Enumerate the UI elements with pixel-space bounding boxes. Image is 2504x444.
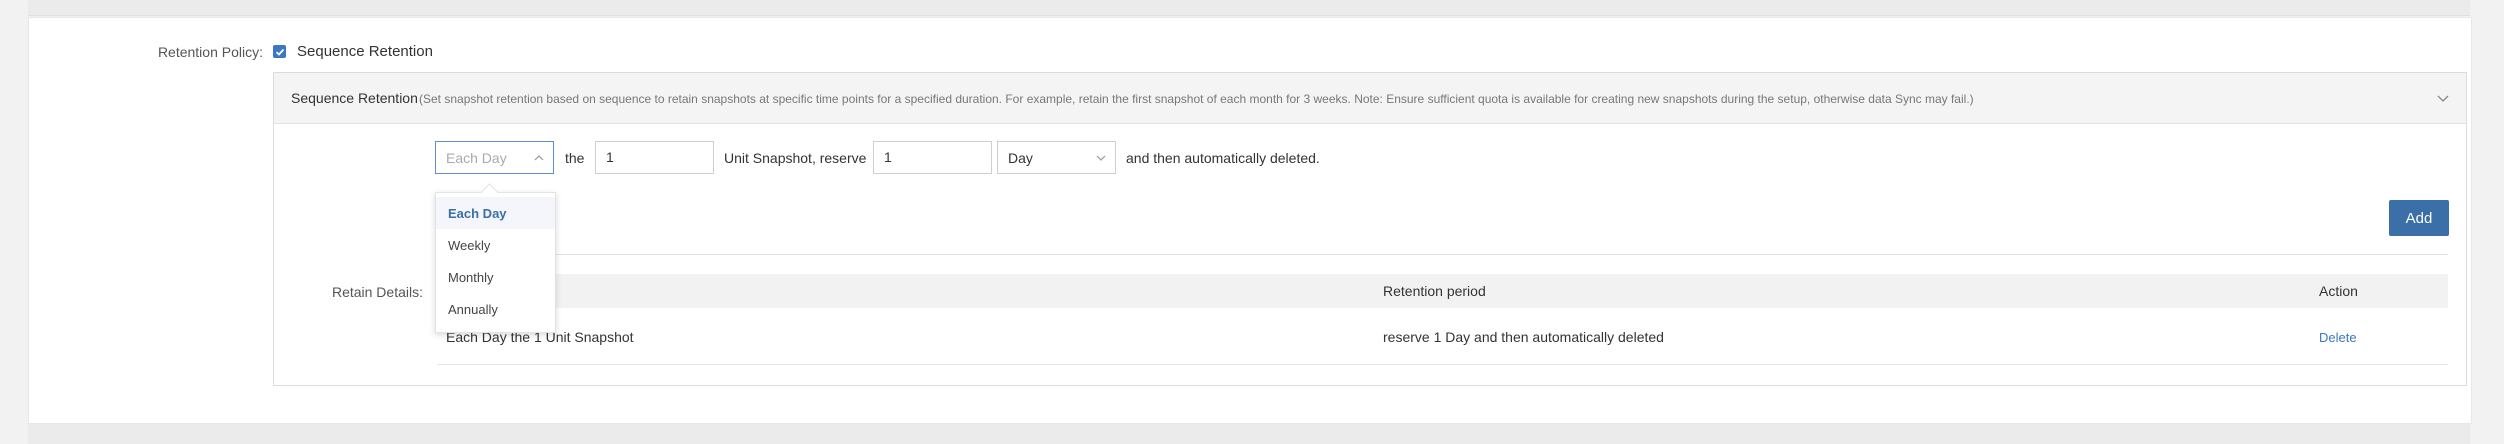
reserve-input[interactable]: 1 bbox=[873, 141, 992, 174]
sequence-retention-checkbox[interactable] bbox=[273, 45, 286, 58]
table-row: Each Day the 1 Unit Snapshot reserve 1 D… bbox=[437, 308, 2448, 365]
add-button[interactable]: Add bbox=[2389, 200, 2449, 236]
delete-link[interactable]: Delete bbox=[2319, 330, 2357, 345]
panel-description: (Set snapshot retention based on sequenc… bbox=[419, 92, 1974, 106]
chevron-up-icon bbox=[534, 155, 544, 161]
dropdown-option-weekly[interactable]: Weekly bbox=[436, 229, 555, 261]
dropdown-option-label: Weekly bbox=[448, 238, 491, 253]
check-icon bbox=[275, 48, 284, 56]
bottom-strip bbox=[28, 424, 2470, 444]
the-text: the bbox=[565, 150, 585, 166]
panel-header[interactable]: Sequence Retention (Set snapshot retenti… bbox=[274, 73, 2466, 124]
period-unit-select[interactable]: Day bbox=[997, 141, 1116, 174]
retain-details-label: Retain Details: bbox=[331, 284, 423, 300]
frequency-select[interactable]: Each Day bbox=[435, 141, 554, 174]
auto-delete-text: and then automatically deleted. bbox=[1126, 150, 1320, 166]
unit-snapshot-input[interactable]: 1 bbox=[595, 141, 714, 174]
dropdown-option-label: Each Day bbox=[448, 206, 507, 221]
chevron-down-icon[interactable] bbox=[2436, 91, 2450, 105]
retain-details-header: Retention period Action bbox=[437, 274, 2448, 308]
unit-snapshot-text: Unit Snapshot, reserve bbox=[724, 150, 867, 166]
frequency-select-value: Each Day bbox=[446, 150, 507, 166]
retention-period-header: Retention period bbox=[1383, 283, 1486, 299]
sequence-retention-label[interactable]: Sequence Retention bbox=[297, 43, 433, 60]
frequency-dropdown: Each Day Weekly Monthly Annually bbox=[435, 183, 556, 333]
dropdown-option-annually[interactable]: Annually bbox=[436, 293, 555, 325]
period-unit-value: Day bbox=[1008, 150, 1033, 166]
dropdown-option-label: Monthly bbox=[448, 270, 494, 285]
dropdown-option-monthly[interactable]: Monthly bbox=[436, 261, 555, 293]
action-header: Action bbox=[2319, 283, 2358, 299]
retention-period-cell: reserve 1 Day and then automatically del… bbox=[1383, 329, 1664, 345]
top-strip bbox=[28, 0, 2470, 16]
chevron-down-icon bbox=[1096, 155, 1106, 161]
divider bbox=[437, 254, 2448, 255]
retention-policy-label: Retention Policy: bbox=[157, 44, 263, 60]
dropdown-option-label: Annually bbox=[448, 302, 498, 317]
dropdown-option-each-day[interactable]: Each Day bbox=[436, 197, 555, 229]
panel-title: Sequence Retention bbox=[291, 90, 418, 106]
